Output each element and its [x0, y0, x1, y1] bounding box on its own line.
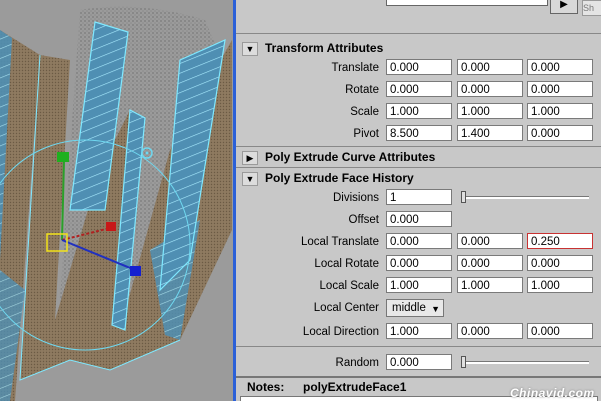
- pivot-y-field[interactable]: 1.400: [457, 125, 523, 141]
- separator: [236, 146, 601, 147]
- local-rotate-z-field[interactable]: 0.000: [527, 255, 593, 271]
- section-transform-attributes[interactable]: ▼ Transform Attributes: [236, 39, 601, 57]
- translate-y-field[interactable]: 0.000: [457, 59, 523, 75]
- local-translate-y-field[interactable]: 0.000: [457, 233, 523, 249]
- attr-row-divisions: Divisions 1: [236, 188, 601, 208]
- viewport-scene: [0, 0, 233, 401]
- attribute-editor: ▶ Sh ▼ Transform Attributes Translate 0.…: [236, 0, 601, 401]
- viewport-3d[interactable]: [0, 0, 233, 401]
- rotate-y-field[interactable]: 0.000: [457, 81, 523, 97]
- attr-label: Offset: [348, 214, 379, 226]
- separator: [236, 167, 601, 168]
- rotate-z-field[interactable]: 0.000: [527, 81, 593, 97]
- attr-label: Local Rotate: [314, 258, 379, 270]
- local-translate-x-field[interactable]: 0.000: [386, 233, 452, 249]
- attr-row-local-direction: Local Direction 1.000 0.000 0.000: [236, 322, 601, 342]
- attr-label: Local Center: [313, 302, 379, 314]
- editor-top-bar: ▶ Sh: [236, 0, 601, 32]
- local-center-dropdown[interactable]: middle ▼: [386, 299, 444, 317]
- attr-label: Pivot: [353, 128, 379, 140]
- attr-row-pivot: Pivot 8.500 1.400 0.000: [236, 124, 601, 144]
- pivot-x-field[interactable]: 8.500: [386, 125, 452, 141]
- collapse-arrow-icon[interactable]: ▼: [242, 42, 258, 56]
- attr-label: Rotate: [345, 84, 379, 96]
- rotate-x-field[interactable]: 0.000: [386, 81, 452, 97]
- attr-row-translate: Translate 0.000 0.000 0.000: [236, 58, 601, 78]
- attr-row-offset: Offset 0.000: [236, 210, 601, 230]
- local-direction-z-field[interactable]: 0.000: [527, 323, 593, 339]
- section-title: Poly Extrude Curve Attributes: [265, 150, 436, 164]
- attr-row-scale: Scale 1.000 1.000 1.000: [236, 102, 601, 122]
- local-direction-y-field[interactable]: 0.000: [457, 323, 523, 339]
- attr-row-local-translate: Local Translate 0.000 0.000 0.250: [236, 232, 601, 252]
- local-direction-x-field[interactable]: 1.000: [386, 323, 452, 339]
- translate-x-field[interactable]: 0.000: [386, 59, 452, 75]
- local-translate-z-field[interactable]: 0.250: [527, 233, 593, 249]
- local-rotate-x-field[interactable]: 0.000: [386, 255, 452, 271]
- attr-row-random: Random 0.000: [236, 353, 601, 373]
- section-face-history[interactable]: ▼ Poly Extrude Face History: [236, 169, 601, 187]
- expand-arrow-icon[interactable]: ▶: [242, 151, 258, 165]
- slider-handle[interactable]: [461, 191, 466, 203]
- notes-label: Notes:: [247, 380, 285, 394]
- translate-z-field[interactable]: 0.000: [527, 59, 593, 75]
- attr-row-local-center: Local Center middle ▼: [236, 298, 601, 318]
- slider-handle[interactable]: [461, 356, 466, 368]
- separator: [236, 33, 601, 34]
- attr-label: Local Direction: [302, 326, 379, 338]
- random-slider[interactable]: [461, 356, 589, 368]
- section-title: Transform Attributes: [265, 41, 384, 55]
- attr-label: Divisions: [332, 192, 379, 204]
- show-button[interactable]: Sh: [582, 0, 601, 16]
- separator: [236, 346, 601, 347]
- collapse-arrow-icon[interactable]: ▼: [242, 172, 258, 186]
- node-name-field[interactable]: [386, 0, 548, 6]
- scale-z-field[interactable]: 1.000: [527, 103, 593, 119]
- attr-label: Scale: [350, 106, 379, 118]
- random-field[interactable]: 0.000: [386, 354, 452, 370]
- notes-node-name: polyExtrudeFace1: [303, 380, 407, 394]
- scale-y-field[interactable]: 1.000: [457, 103, 523, 119]
- local-scale-y-field[interactable]: 1.000: [457, 277, 523, 293]
- dropdown-value: middle: [392, 302, 426, 314]
- pivot-z-field[interactable]: 0.000: [527, 125, 593, 141]
- attr-label: Translate: [331, 62, 379, 74]
- attr-label: Local Scale: [319, 280, 379, 292]
- attr-row-local-scale: Local Scale 1.000 1.000 1.000: [236, 276, 601, 296]
- divisions-field[interactable]: 1: [386, 189, 452, 205]
- section-curve-attributes[interactable]: ▶ Poly Extrude Curve Attributes: [236, 148, 601, 166]
- attr-row-local-rotate: Local Rotate 0.000 0.000 0.000: [236, 254, 601, 274]
- play-button[interactable]: ▶: [550, 0, 578, 14]
- divisions-slider[interactable]: [461, 191, 589, 203]
- attr-label: Local Translate: [301, 236, 379, 248]
- chevron-down-icon: ▼: [431, 304, 440, 314]
- local-rotate-y-field[interactable]: 0.000: [457, 255, 523, 271]
- scale-x-field[interactable]: 1.000: [386, 103, 452, 119]
- offset-field[interactable]: 0.000: [386, 211, 452, 227]
- local-scale-z-field[interactable]: 1.000: [527, 277, 593, 293]
- local-scale-x-field[interactable]: 1.000: [386, 277, 452, 293]
- watermark: Chinavid.com: [510, 386, 595, 400]
- attr-label: Random: [335, 357, 379, 369]
- section-title: Poly Extrude Face History: [265, 171, 414, 185]
- attr-row-rotate: Rotate 0.000 0.000 0.000: [236, 80, 601, 100]
